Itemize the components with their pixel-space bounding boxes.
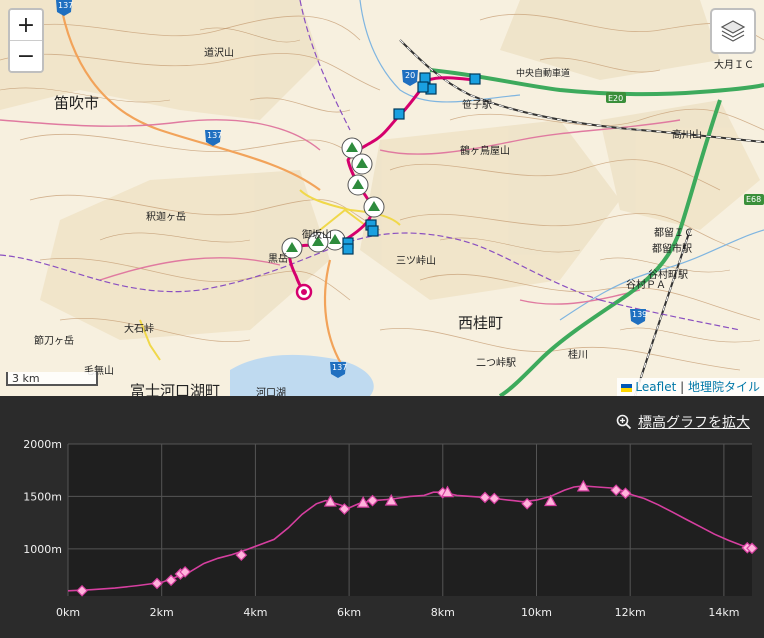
- label-tsurugamine: 鶴ヶ鳥屋山: [460, 146, 510, 157]
- label-fujikawaguchiko: 富士河口湖町: [130, 382, 221, 396]
- leaflet-link[interactable]: Leaflet: [635, 380, 676, 394]
- label-e68: E68: [746, 195, 762, 204]
- x-tick-label: 6km: [337, 606, 361, 619]
- label-r137b: 137: [207, 131, 223, 140]
- ukraine-flag-icon: [621, 383, 633, 392]
- x-tick-label: 4km: [243, 606, 267, 619]
- attribution-separator: |: [680, 380, 685, 394]
- y-tick-label: 2000m: [23, 438, 62, 451]
- expand-elevation-label: 標高グラフを拡大: [638, 415, 750, 431]
- x-tick-label: 12km: [615, 606, 646, 619]
- label-katsura: 桂川: [568, 350, 588, 361]
- label-sasago-station: 笹子駅: [462, 100, 492, 111]
- plot-area: [68, 444, 752, 596]
- label-r137a: 137: [58, 1, 74, 10]
- map-tiles: [0, 0, 764, 396]
- label-shakagadake: 釈迦ヶ岳: [146, 212, 186, 223]
- label-futatsu: 二つ峠駅: [476, 358, 516, 369]
- elevation-chart[interactable]: 1000m 1500m 2000m 0km 2km 4km 6km 8km 10km 12km 1…: [0, 436, 764, 636]
- x-axis: 0km 2km 4km 6km 8km 10km 12km 14km: [56, 606, 739, 619]
- y-tick-label: 1500m: [23, 490, 62, 503]
- label-oizaka: 御坂山: [302, 230, 332, 241]
- label-r139: 139: [632, 310, 648, 319]
- label-takagawa: 高川山: [672, 130, 702, 141]
- label-otaki: 大石峠: [124, 324, 154, 335]
- label-chuo-express: 中央自動車道: [516, 69, 571, 79]
- label-tsuru-ic: 都留ＩＣ: [654, 228, 694, 239]
- label-nishikatsura: 西桂町: [458, 314, 504, 332]
- x-tick-label: 0km: [56, 606, 80, 619]
- y-tick-label: 1000m: [23, 543, 62, 556]
- x-tick-label: 2km: [150, 606, 174, 619]
- attribution: Leaflet | 地理院タイル: [617, 378, 764, 396]
- zoom-control: + −: [8, 8, 44, 73]
- label-mitsutoge: 三ツ峠山: [396, 256, 436, 267]
- topographic-map[interactable]: 笛吹市 西桂町 富士河口湖町 河口湖 笹子駅 都留ＩＣ 谷村ＰＡ 三ツ峠山 黒岳…: [0, 0, 764, 396]
- zoom-in-button[interactable]: +: [10, 10, 42, 40]
- x-tick-label: 14km: [708, 606, 739, 619]
- scale-bar: 3 km: [6, 372, 98, 386]
- y-axis: 1000m 1500m 2000m: [23, 438, 62, 556]
- label-r20: 20: [405, 71, 416, 80]
- label-kenmarugatake: 節刀ヶ岳: [34, 336, 74, 347]
- elevation-panel: 標高グラフを拡大 1000m 1500m 2000m 0km 2km 4km 6km 8km…: [0, 396, 764, 638]
- label-tanimurachō: 谷村町駅: [648, 270, 688, 281]
- layers-icon: [720, 20, 746, 42]
- label-e20: E20: [608, 94, 624, 103]
- route-viewer: 笛吹市 西桂町 富士河口湖町 河口湖 笹子駅 都留ＩＣ 谷村ＰＡ 三ツ峠山 黒岳…: [0, 0, 764, 638]
- label-dojo: 道沢山: [204, 48, 234, 59]
- zoom-out-button[interactable]: −: [10, 40, 42, 71]
- zoom-in-icon: [616, 414, 632, 430]
- label-kawaguchiko: 河口湖: [256, 388, 286, 396]
- label-kuroda: 黒岳: [268, 254, 288, 265]
- x-tick-label: 8km: [431, 606, 455, 619]
- expand-elevation-link[interactable]: 標高グラフを拡大: [616, 412, 750, 432]
- layers-button[interactable]: [710, 8, 756, 54]
- label-fuefuki: 笛吹市: [54, 94, 100, 112]
- label-tsuru-shi: 都留市駅: [652, 244, 692, 255]
- label-r137c: 137: [332, 363, 348, 372]
- label-otsuki-ic: 大月ＩＣ: [714, 60, 754, 71]
- gsi-tile-link[interactable]: 地理院タイル: [688, 380, 760, 394]
- x-tick-label: 10km: [521, 606, 552, 619]
